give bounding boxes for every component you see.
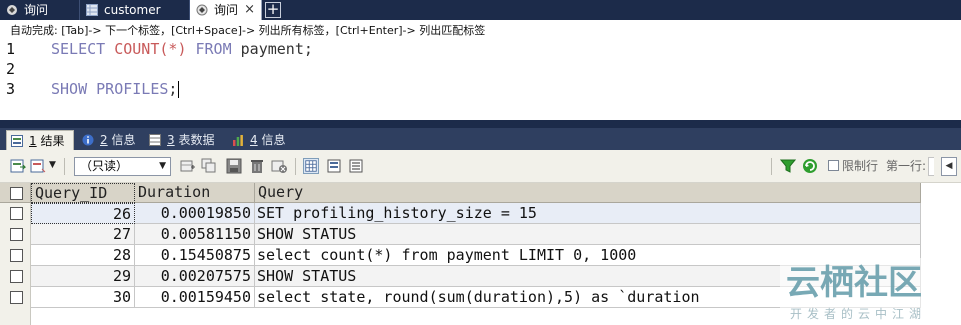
- semicolon: ;: [168, 80, 178, 98]
- cell-duration[interactable]: 0.00159450: [135, 287, 255, 308]
- watermark-logo: 云栖社区 开发者的云中江湖: [780, 258, 961, 325]
- info-icon: [82, 134, 94, 146]
- tab-number: 2: [100, 133, 108, 147]
- filter-icon[interactable]: [780, 158, 796, 174]
- readonly-select-value: （只读）: [80, 159, 129, 173]
- svg-text:开发者的云中江湖: 开发者的云中江湖: [790, 306, 926, 321]
- code-line-1: SELECT COUNT(*) FROM payment;: [51, 40, 313, 58]
- tab-number: 1: [29, 134, 37, 148]
- chart-info-icon: [233, 135, 243, 146]
- tab-label: customer: [104, 3, 161, 17]
- column-header-duration[interactable]: Duration: [135, 183, 255, 203]
- readonly-select[interactable]: （只读） ▼: [74, 157, 171, 176]
- cell-query[interactable]: SET profiling_history_size = 15: [255, 203, 921, 224]
- row-checkbox[interactable]: [10, 228, 23, 241]
- text-view-icon[interactable]: [348, 158, 364, 174]
- tab-result[interactable]: 1 结果: [6, 130, 74, 150]
- export-icon[interactable]: [10, 158, 26, 174]
- row-checkbox[interactable]: [10, 249, 23, 262]
- cell-duration[interactable]: 0.00581150: [135, 224, 255, 245]
- column-header-query[interactable]: Query: [255, 183, 921, 203]
- keyword: FROM: [195, 40, 232, 58]
- first-row-input[interactable]: [928, 157, 934, 176]
- cell-query-id[interactable]: 30: [31, 287, 135, 308]
- tab-label: 信息: [111, 133, 136, 147]
- save-icon[interactable]: [226, 158, 242, 174]
- text-cursor: [178, 81, 180, 98]
- column-header-query-id[interactable]: Query_ID: [31, 183, 135, 203]
- tab-info-4[interactable]: 4 信息: [228, 130, 294, 150]
- code-line-3: SHOW PROFILES;: [51, 80, 180, 98]
- sql-editor[interactable]: 1 2 3 SELECT COUNT(*) FROM payment; SHOW…: [0, 40, 961, 120]
- first-row-label: 第一行:: [886, 159, 927, 173]
- row-checkbox[interactable]: [10, 207, 23, 220]
- tab-info[interactable]: 2 信息: [78, 130, 142, 150]
- cancel-changes-icon[interactable]: [271, 158, 287, 174]
- autocomplete-hint: 自动完成: [Tab]-> 下一个标签，[Ctrl+Space]-> 列出所有标…: [0, 20, 961, 40]
- editor-tab-bar: 询问 customer 询问 × +: [0, 0, 961, 20]
- limit-rows-checkbox[interactable]: [828, 160, 839, 171]
- query-icon: [7, 5, 17, 15]
- cell-query[interactable]: SHOW STATUS: [255, 224, 921, 245]
- keyword: PROFILES: [96, 80, 169, 98]
- refresh-icon[interactable]: [802, 158, 818, 174]
- form-view-icon[interactable]: [326, 158, 342, 174]
- result-icon: [11, 135, 23, 147]
- table-icon: [86, 4, 98, 16]
- pane-splitter[interactable]: [0, 120, 961, 128]
- cell-query-id[interactable]: 27: [31, 224, 135, 245]
- line-number: 2: [6, 60, 16, 78]
- cell-duration[interactable]: 0.00207575: [135, 266, 255, 287]
- chevron-down-icon: ▼: [159, 161, 166, 171]
- tab-label: 结果: [40, 134, 65, 148]
- table-name: payment: [240, 40, 304, 58]
- tab-query-active[interactable]: 询问 ×: [190, 0, 262, 20]
- function-name: COUNT: [114, 40, 160, 58]
- delete-icon[interactable]: [249, 158, 265, 174]
- tab-number: 4: [250, 133, 258, 147]
- cell-duration[interactable]: 0.15450875: [135, 245, 255, 266]
- keyword: SHOW: [51, 80, 88, 98]
- tab-label: 信息: [261, 133, 286, 147]
- result-tab-bar: 1 结果 2 信息 3 表数据 4 信息: [0, 128, 961, 150]
- grid-view-icon[interactable]: [303, 158, 319, 174]
- cell-query-id[interactable]: 29: [31, 266, 135, 287]
- tab-table-data[interactable]: 3 表数据: [145, 130, 225, 150]
- new-tab-button[interactable]: +: [265, 2, 281, 18]
- insert-row-icon[interactable]: [180, 158, 196, 174]
- tab-query-1[interactable]: 询问: [0, 0, 80, 20]
- tab-customer[interactable]: customer: [80, 0, 190, 20]
- limit-rows-label: 限制行: [842, 159, 879, 173]
- result-toolbar: ▼ （只读） ▼ 限制行 第一行: ◀: [0, 150, 961, 183]
- keyword: SELECT: [51, 40, 106, 58]
- duplicate-row-icon[interactable]: [201, 158, 217, 174]
- select-all-checkbox[interactable]: [10, 187, 23, 200]
- toolbar-divider: [295, 158, 296, 175]
- close-tab-icon[interactable]: ×: [244, 0, 255, 20]
- cell-query-id[interactable]: 26: [31, 203, 135, 224]
- toolbar-divider: [771, 158, 772, 175]
- tab-label: 询问: [24, 3, 49, 17]
- row-checkbox[interactable]: [10, 291, 23, 304]
- import-icon[interactable]: [30, 158, 46, 174]
- tab-label: 询问: [214, 3, 239, 17]
- svg-text:云栖社区: 云栖社区: [786, 263, 922, 303]
- tab-number: 3: [167, 133, 175, 147]
- tab-label: 表数据: [178, 133, 215, 147]
- semicolon: ;: [303, 40, 313, 58]
- paren: ): [177, 40, 187, 58]
- cell-duration[interactable]: 0.00019850: [135, 203, 255, 224]
- line-number: 3: [6, 80, 16, 98]
- chevron-down-icon[interactable]: ▼: [49, 158, 56, 172]
- table-data-icon: [149, 134, 161, 146]
- line-number: 1: [6, 40, 16, 58]
- row-checkbox[interactable]: [10, 270, 23, 283]
- query-icon: [196, 4, 208, 16]
- cell-query-id[interactable]: 28: [31, 245, 135, 266]
- toolbar-divider: [64, 158, 65, 175]
- previous-page-button[interactable]: ◀: [941, 157, 957, 176]
